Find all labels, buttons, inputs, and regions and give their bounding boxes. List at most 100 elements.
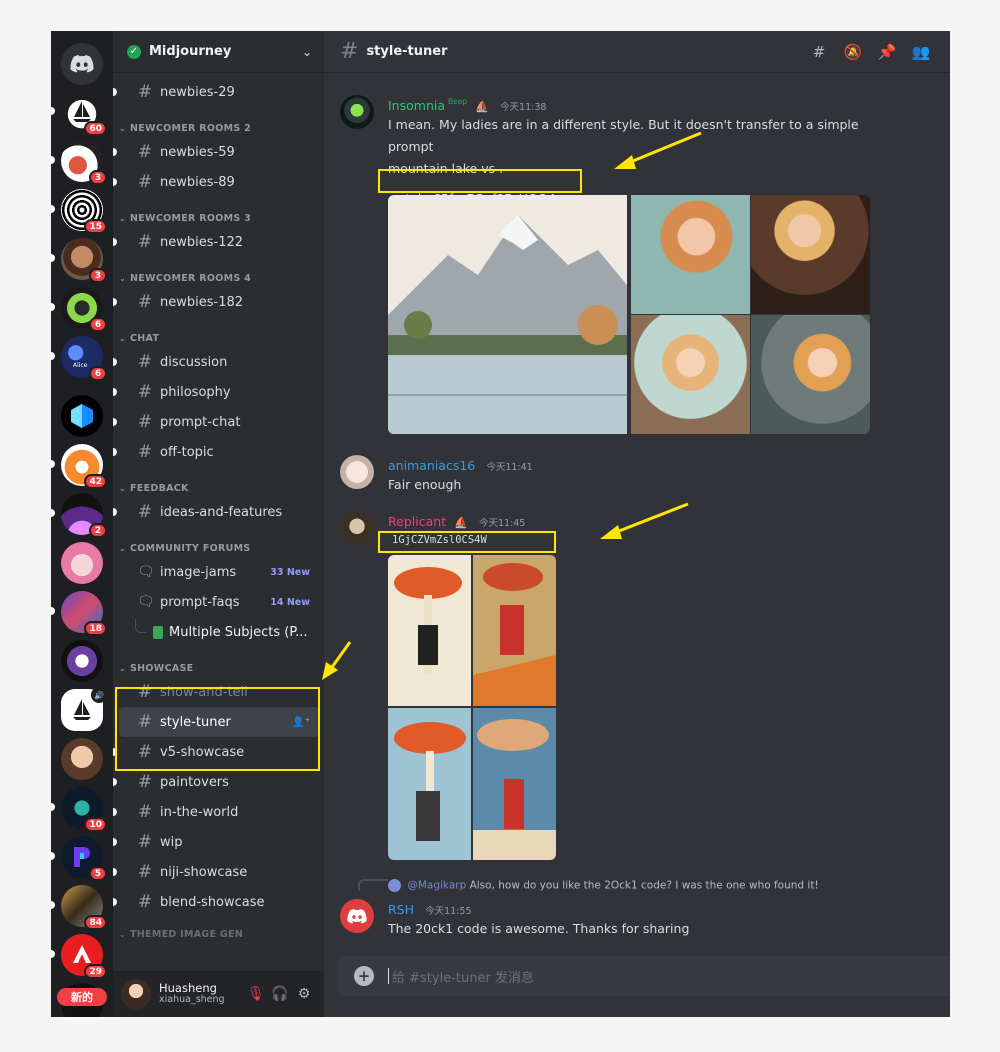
channel-wip[interactable]: # wip <box>113 827 318 857</box>
headphones-icon[interactable]: 🎧 <box>268 986 292 1002</box>
server-icon[interactable]: Alice 6 <box>61 336 107 381</box>
chat-area: # style-tuner # 🔕 📌 👥 Insomnia Beep ⛵ 今天1… <box>324 31 950 1017</box>
composer-placeholder: 给 #style-tuner 发消息 <box>392 970 534 986</box>
forum-prompt-faqs[interactable]: 🗨 prompt-faqs 14 New <box>119 587 318 617</box>
server-icon[interactable] <box>61 395 103 437</box>
mention-badge: 3 <box>89 170 107 185</box>
channel-discussion[interactable]: # discussion <box>113 347 318 377</box>
author-name[interactable]: Replicant <box>388 514 446 529</box>
category-feedback[interactable]: ⌄ FEEDBACK <box>113 479 324 497</box>
server-icon[interactable]: 3 <box>61 140 107 185</box>
author-name[interactable]: RSH <box>388 902 414 917</box>
unread-pill <box>51 303 55 311</box>
forum-thread-multiple-subjects[interactable]: Multiple Subjects (P... <box>113 617 324 647</box>
highlight-box <box>378 169 582 193</box>
gear-icon[interactable]: ⚙ <box>292 986 316 1002</box>
server-icon[interactable]: 15 <box>61 189 107 234</box>
channel-philosophy[interactable]: # philosophy <box>113 377 318 407</box>
add-attachment-icon[interactable]: + <box>354 966 374 986</box>
channel-niji-showcase[interactable]: # niji-showcase <box>113 857 318 887</box>
generated-image-mountain-lake[interactable] <box>388 195 627 434</box>
author-name[interactable]: animaniacs16 <box>388 458 475 473</box>
forum-image-jams[interactable]: 🗨 image-jams 33 New <box>119 557 318 587</box>
avatar[interactable] <box>340 95 374 129</box>
guild-header[interactable]: ✓ Midjourney ⌄ <box>113 31 324 73</box>
user-handle: xiahua_sheng <box>159 994 225 1006</box>
channel-newbies-122[interactable]: # newbies-122 <box>113 227 318 257</box>
text-cursor <box>388 968 389 984</box>
channel-in-the-world[interactable]: # in-the-world <box>113 797 318 827</box>
caret-icon: ⌄ <box>119 273 127 283</box>
server-icon[interactable]: 42 <box>61 444 107 489</box>
thread-channel-icon: # <box>137 292 153 312</box>
server-icon[interactable]: 6 <box>61 287 107 332</box>
category-label: COMMUNITY FORUMS <box>130 542 251 554</box>
server-rail: 60 3 15 3 6 Alice 6 42 2 18 🔊 10 5 84 29… <box>51 31 113 1017</box>
server-icon[interactable]: 2 <box>61 493 107 538</box>
mention-badge: 15 <box>84 219 107 234</box>
hash-icon: # <box>137 412 153 432</box>
new-posts-badge: 33 New <box>270 566 310 578</box>
channel-newbies-182[interactable]: # newbies-182 <box>113 287 318 317</box>
author-name[interactable]: Insomnia <box>388 98 445 113</box>
category-newcomer-rooms-2[interactable]: ⌄ NEWCOMER ROOMS 2 <box>113 119 324 137</box>
a-logo-icon <box>73 945 91 963</box>
pinned-icon[interactable]: 📌 <box>870 43 904 61</box>
category-newcomer-rooms-4[interactable]: ⌄ NEWCOMER ROOMS 4 <box>113 269 324 287</box>
channel-newbies-29[interactable]: # newbies-29 <box>113 77 318 107</box>
category-label: SHOWCASE <box>130 662 194 674</box>
user-names[interactable]: Huasheng xiahua_sheng <box>159 981 244 1006</box>
generated-image-grid-ladies[interactable] <box>631 195 870 434</box>
member-list-icon[interactable]: 👥 <box>904 43 938 61</box>
channel-label: paintovers <box>160 774 229 790</box>
reply-text: Also, how do you like the 2Ock1 code? I … <box>469 879 819 892</box>
discord-home-button[interactable] <box>61 43 103 85</box>
category-chat[interactable]: ⌄ CHAT <box>113 329 324 347</box>
server-icon[interactable]: 3 <box>61 238 107 283</box>
message-composer[interactable]: + 给 #style-tuner 发消息 <box>338 956 950 996</box>
channel-blend-showcase[interactable]: # blend-showcase <box>113 887 318 917</box>
server-icon[interactable] <box>61 738 103 780</box>
threads-icon[interactable]: # <box>802 43 836 61</box>
channel-newbies-59[interactable]: # newbies-59 <box>113 137 318 167</box>
caret-icon: ⌄ <box>119 929 127 939</box>
channel-paintovers[interactable]: # paintovers <box>113 767 318 797</box>
channel-label: off-topic <box>160 444 214 460</box>
channel-newbies-89[interactable]: # newbies-89 <box>113 167 318 197</box>
reply-preview[interactable]: @Magikarp Also, how do you like the 2Ock… <box>388 879 819 892</box>
server-midjourney-active-icon[interactable]: 🔊 <box>61 687 107 731</box>
server-icon[interactable]: 29 <box>61 934 107 979</box>
reply-author[interactable]: @Magikarp <box>407 880 466 892</box>
avatar[interactable] <box>340 455 374 489</box>
category-community-forums[interactable]: ⌄ COMMUNITY FORUMS <box>113 539 324 557</box>
caret-icon: ⌄ <box>119 333 127 343</box>
server-icon[interactable] <box>61 640 103 682</box>
avatar[interactable] <box>340 511 374 545</box>
notification-off-icon[interactable]: 🔕 <box>836 43 870 61</box>
unread-pill <box>51 509 55 517</box>
channel-prompt-chat[interactable]: # prompt-chat <box>113 407 318 437</box>
message-replicant: Replicant ⛵ 今天11:45 1GjCZVmZsl0CS4W <box>340 511 940 861</box>
category-themed-image-gen[interactable]: ⌄ THEMED IMAGE GEN <box>113 925 324 943</box>
category-newcomer-rooms-3[interactable]: ⌄ NEWCOMER ROOMS 3 <box>113 209 324 227</box>
avatar[interactable] <box>121 979 151 1009</box>
channel-off-topic[interactable]: # off-topic <box>113 437 318 467</box>
server-icon[interactable]: 10 <box>61 787 107 832</box>
forum-icon: 🗨 <box>137 564 155 580</box>
mute-mic-icon[interactable]: 🎙 <box>244 986 268 1002</box>
generated-image-mushroom-grid[interactable] <box>388 555 556 860</box>
avatar[interactable] <box>340 899 374 933</box>
new-servers-badge[interactable]: 新的 <box>57 988 107 1006</box>
message-header: RSH 今天11:55 <box>388 899 868 918</box>
channel-ideas-and-features[interactable]: # ideas-and-features <box>113 497 318 527</box>
server-icon[interactable]: 18 <box>61 591 107 636</box>
server-midjourney-icon[interactable]: 60 <box>61 91 107 136</box>
server-icon[interactable]: 84 <box>61 885 107 930</box>
server-icon[interactable]: 5 <box>61 836 107 881</box>
category-showcase[interactable]: ⌄ SHOWCASE <box>113 659 324 677</box>
caret-icon: ⌄ <box>119 543 127 553</box>
mention-badge: 10 <box>84 817 107 832</box>
mention-badge: 3 <box>89 268 107 283</box>
discord-logo-icon <box>347 908 367 924</box>
server-icon[interactable] <box>61 542 103 584</box>
